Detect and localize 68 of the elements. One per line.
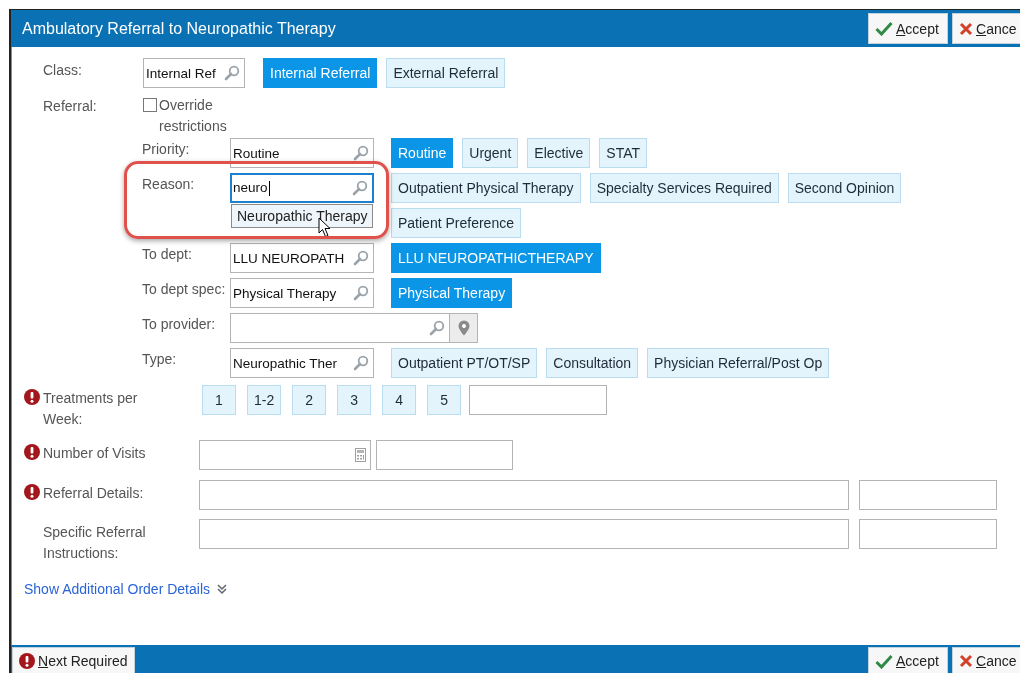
checkmark-icon [875, 653, 893, 669]
option-button[interactable]: Urgent [462, 138, 519, 168]
search-icon[interactable] [429, 320, 445, 336]
field-label: Number of Visits [43, 444, 147, 463]
field-label: To dept spec: [142, 281, 226, 297]
input-field[interactable] [469, 385, 608, 415]
field-label: Referral Details: [43, 484, 145, 503]
number-field[interactable] [199, 440, 371, 470]
error-icon [19, 653, 35, 669]
field-label: To provider: [142, 316, 216, 332]
option-button[interactable]: Patient Preference [391, 208, 521, 238]
option-button[interactable]: Outpatient Physical Therapy [391, 173, 581, 203]
option-button[interactable]: 2 [292, 385, 327, 415]
option-button[interactable]: Elective [527, 138, 591, 168]
show-details-link[interactable]: Show Additional Order Details [24, 581, 210, 597]
checkmark-icon [875, 21, 893, 36]
option-button[interactable]: Second Opinion [787, 173, 902, 203]
field-label: To dept: [142, 246, 192, 262]
location-button[interactable] [450, 313, 478, 343]
lookup-field[interactable]: neuro [230, 173, 374, 203]
lookup-field[interactable]: Neuropathic Ther [230, 348, 374, 378]
option-button[interactable]: Specialty Services Required [589, 173, 779, 203]
close-icon [959, 21, 973, 36]
lookup-field[interactable]: Internal Ref [143, 58, 245, 88]
next-required-button[interactable]: Next Required [12, 647, 135, 673]
location-pin-icon [457, 320, 470, 336]
option-button[interactable]: Consultation [546, 348, 639, 378]
field-label: Type: [142, 351, 177, 367]
field-label: Specific Referral Instructions: [43, 523, 147, 563]
lookup-field[interactable]: Routine [230, 138, 374, 168]
search-icon[interactable] [353, 250, 369, 266]
option-button[interactable]: 1-2 [247, 385, 282, 415]
option-button[interactable]: 1 [202, 385, 236, 415]
provider-field[interactable] [230, 313, 450, 343]
cancel-button[interactable]: Cance [952, 647, 1020, 673]
option-button[interactable]: STAT [599, 138, 648, 168]
lookup-field[interactable]: LLU NEUROPATH [230, 243, 374, 273]
input-field[interactable] [376, 440, 513, 470]
option-button[interactable]: Outpatient PT/OT/SP [391, 348, 538, 378]
field-label: Referral: [43, 97, 98, 114]
search-icon[interactable] [353, 145, 369, 161]
option-button[interactable]: 3 [337, 385, 372, 415]
cancel-button[interactable]: Cance [952, 13, 1020, 44]
accept-button[interactable]: Accept [868, 13, 948, 44]
field-label: Treatments per Week: [43, 389, 139, 429]
text-field[interactable] [199, 519, 849, 549]
accept-button[interactable]: Accept [868, 647, 948, 673]
field-label: Class: [43, 61, 83, 78]
option-button[interactable]: 5 [427, 385, 462, 415]
window-title: Ambulatory Referral to Neuropathic Therapy [22, 19, 336, 38]
lookup-field[interactable]: Physical Therapy [230, 278, 374, 308]
field-label: Reason: [142, 176, 195, 192]
checkbox-label: Override restrictions [159, 96, 228, 136]
text-field[interactable] [199, 480, 849, 510]
option-button[interactable]: External Referral [386, 58, 506, 88]
input-field[interactable] [859, 519, 997, 549]
search-icon[interactable] [352, 180, 368, 196]
input-field[interactable] [859, 480, 997, 510]
search-icon[interactable] [353, 355, 369, 371]
search-icon[interactable] [353, 285, 369, 301]
checkbox[interactable] [143, 98, 157, 112]
calculator-icon[interactable] [355, 448, 366, 462]
double-chevron-down-icon[interactable] [216, 583, 228, 595]
search-icon[interactable] [224, 65, 240, 81]
option-button[interactable]: 4 [382, 385, 417, 415]
close-icon [959, 654, 973, 668]
option-button[interactable]: Physician Referral/Post Op [647, 348, 830, 378]
field-label: Priority: [142, 141, 190, 157]
